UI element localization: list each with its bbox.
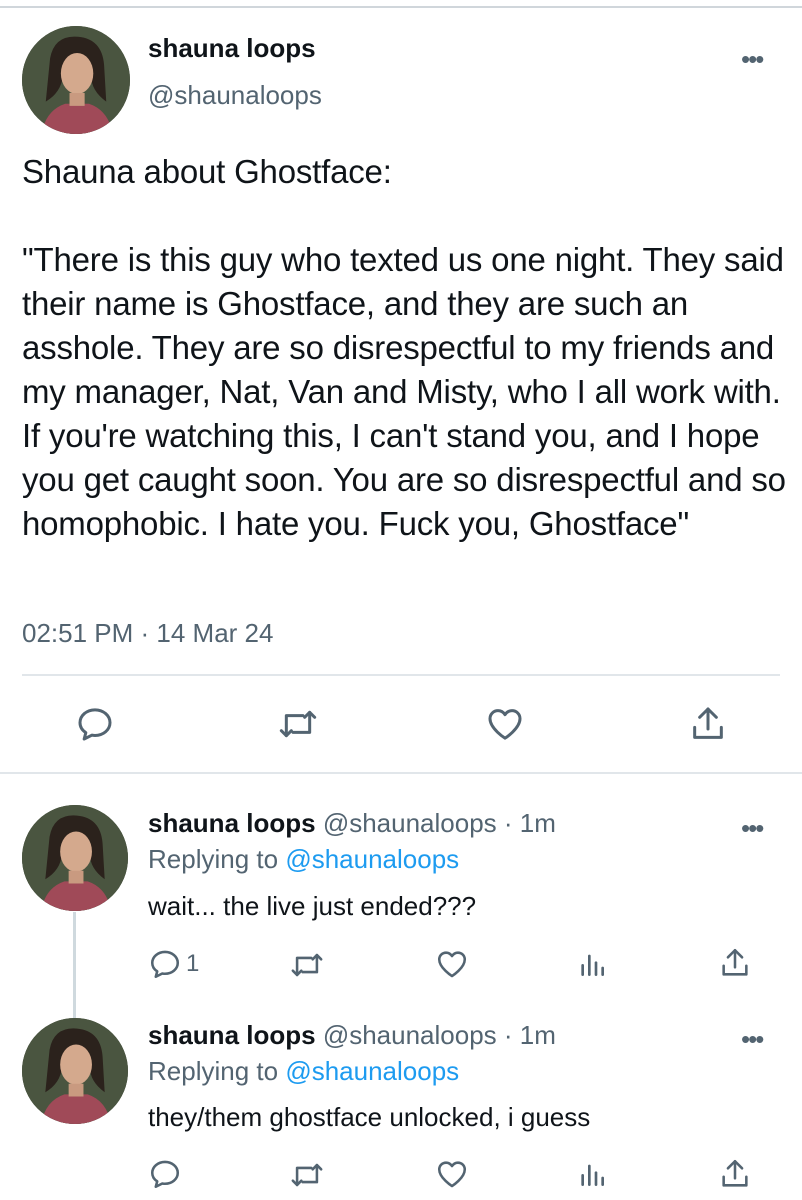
retweet-button[interactable] — [276, 704, 320, 744]
reply-text: they/them ghostface unlocked, i guess — [148, 1102, 591, 1132]
replying-to: Replying to @shaunaloops — [148, 1056, 459, 1087]
replying-to: Replying to @shaunaloops — [148, 844, 459, 875]
reply-author-line[interactable]: shauna loops @shaunaloops · 1m — [148, 1020, 556, 1051]
share-icon — [693, 707, 723, 739]
retweet-button[interactable] — [288, 948, 326, 982]
author-name[interactable]: shauna loops — [148, 33, 316, 64]
more-options-icon[interactable]: ••• — [741, 44, 764, 75]
analytics-icon — [581, 954, 604, 976]
avatar[interactable] — [22, 26, 130, 134]
share-button[interactable] — [718, 1156, 752, 1192]
more-options-icon[interactable]: ••• — [741, 813, 764, 844]
divider — [22, 674, 780, 676]
reply-icon — [78, 708, 112, 741]
retweet-icon — [291, 1163, 323, 1187]
divider — [0, 772, 802, 774]
like-button[interactable] — [484, 704, 526, 744]
reply-author-name[interactable]: shauna loops — [148, 1020, 316, 1050]
retweet-icon — [291, 953, 323, 977]
like-button[interactable] — [434, 947, 470, 981]
retweet-button[interactable] — [288, 1158, 326, 1192]
share-button[interactable] — [718, 945, 752, 981]
reply-author-name[interactable]: shauna loops — [148, 808, 316, 838]
avatar[interactable] — [22, 805, 128, 911]
avatar[interactable] — [22, 1018, 128, 1124]
more-options-icon[interactable]: ••• — [741, 1024, 764, 1055]
replying-to-label: Replying to — [148, 844, 286, 874]
reply-button[interactable] — [75, 704, 115, 744]
retweet-icon — [279, 710, 317, 738]
reply-icon — [150, 950, 180, 979]
tweet-text: Shauna about Ghostface: "There is this g… — [22, 153, 786, 542]
author-handle[interactable]: @shaunaloops — [148, 80, 322, 111]
like-icon — [437, 1161, 467, 1188]
analytics-button[interactable] — [576, 1158, 608, 1190]
tweet-timestamp[interactable]: 02:51 PM · 14 Mar 24 — [22, 618, 273, 649]
share-icon — [722, 948, 748, 976]
share-icon — [722, 1159, 748, 1187]
share-button[interactable] — [688, 703, 728, 745]
thread-connector — [73, 912, 76, 1018]
like-button[interactable] — [434, 1157, 470, 1191]
analytics-button[interactable] — [576, 948, 608, 980]
reply-icon — [150, 1160, 180, 1189]
reply-author-line[interactable]: shauna loops @shaunaloops · 1m — [148, 808, 556, 839]
top-divider — [0, 6, 802, 8]
reply-meta: @shaunaloops · 1m — [322, 1020, 556, 1050]
replying-to-label: Replying to — [148, 1056, 286, 1086]
reply-button[interactable] — [148, 1157, 186, 1191]
reply-button[interactable]: 1 — [148, 947, 199, 981]
mention-link[interactable]: @shaunaloops — [285, 1056, 459, 1086]
reply-text: wait... the live just ended??? — [148, 891, 477, 921]
like-icon — [488, 709, 522, 740]
reply-count: 1 — [186, 950, 200, 977]
like-icon — [437, 951, 467, 978]
analytics-icon — [581, 1164, 604, 1186]
reply-meta: @shaunaloops · 1m — [322, 808, 556, 838]
mention-link[interactable]: @shaunaloops — [285, 844, 459, 874]
